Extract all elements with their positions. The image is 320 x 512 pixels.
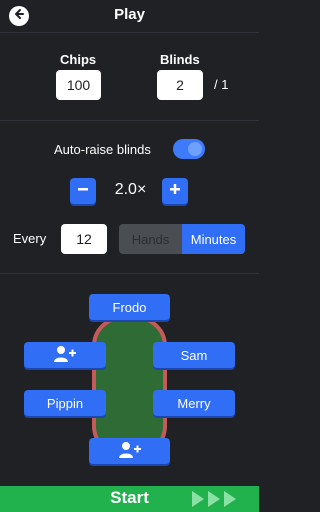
decrease-button[interactable] bbox=[70, 178, 96, 204]
poker-table bbox=[92, 316, 167, 456]
divider bbox=[0, 32, 259, 33]
divider bbox=[0, 273, 259, 274]
add-player-button-left[interactable] bbox=[24, 342, 106, 368]
page-title: Play bbox=[114, 6, 145, 23]
increase-button[interactable] bbox=[162, 178, 188, 204]
every-label: Every bbox=[13, 231, 47, 246]
blinds-input[interactable]: 2 bbox=[157, 70, 203, 100]
interval-unit-selector: Hands Minutes bbox=[119, 224, 245, 254]
multiplier-value: 2.0× bbox=[114, 181, 147, 198]
arrow-icon bbox=[224, 491, 236, 507]
chips-input[interactable]: 100 bbox=[56, 70, 101, 100]
toggle-knob bbox=[188, 142, 202, 156]
option-hands[interactable]: Hands bbox=[119, 224, 182, 254]
seat-top[interactable]: Frodo bbox=[89, 294, 170, 320]
seat-right-upper[interactable]: Sam bbox=[153, 342, 235, 368]
chips-label: Chips bbox=[60, 52, 97, 67]
arrow-icon bbox=[208, 491, 220, 507]
auto-raise-label: Auto-raise blinds bbox=[54, 142, 151, 157]
every-input[interactable]: 12 bbox=[61, 224, 107, 254]
add-player-button-bottom[interactable] bbox=[89, 438, 170, 464]
minus-icon bbox=[76, 182, 90, 201]
seat-right-lower[interactable]: Merry bbox=[153, 390, 235, 416]
blinds-suffix: / 1 bbox=[214, 77, 229, 92]
blinds-label: Blinds bbox=[160, 52, 200, 67]
add-player-icon bbox=[118, 441, 142, 462]
start-label: Start bbox=[110, 488, 149, 507]
option-minutes[interactable]: Minutes bbox=[182, 224, 245, 254]
arrow-icon bbox=[192, 491, 204, 507]
add-player-icon bbox=[53, 345, 77, 366]
divider bbox=[0, 120, 259, 121]
seat-left-lower[interactable]: Pippin bbox=[24, 390, 106, 416]
plus-icon bbox=[168, 182, 182, 201]
